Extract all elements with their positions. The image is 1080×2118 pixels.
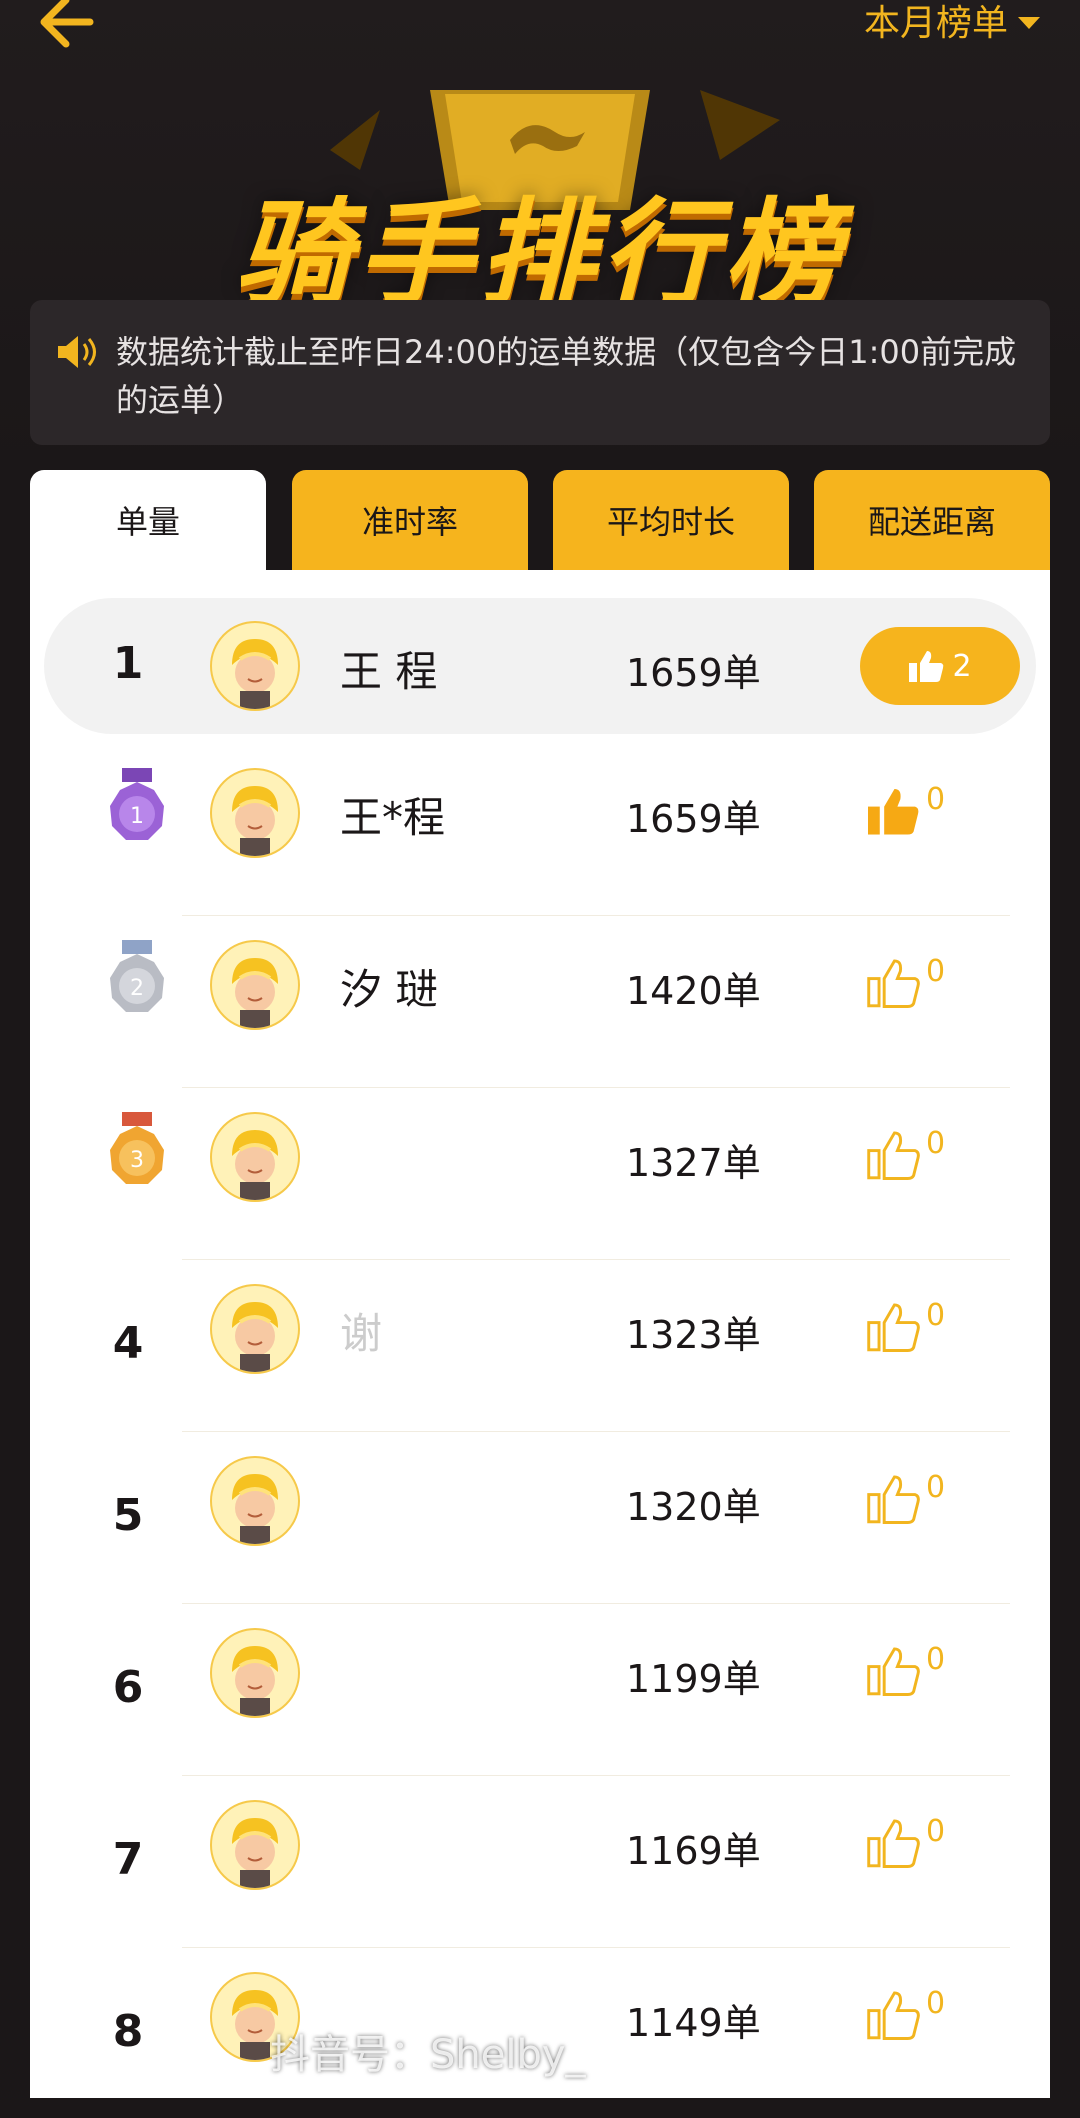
rank-number: 1 — [112, 638, 144, 689]
like-button[interactable]: 0 — [866, 1814, 945, 1868]
avatar — [210, 1628, 300, 1718]
like-count: 0 — [926, 782, 946, 817]
medal-1-icon: 1 — [110, 768, 164, 840]
order-count: 1659单 — [626, 651, 761, 695]
table-row: 6 1199单 0 — [30, 1604, 1050, 1776]
rank-number: 7 — [112, 1834, 144, 1885]
tab-average-duration[interactable]: 平均时长 — [553, 470, 789, 570]
like-count: 0 — [926, 1126, 946, 1161]
like-count: 2 — [952, 648, 972, 684]
period-label: 本月榜单 — [863, 3, 1008, 44]
back-arrow-icon[interactable] — [30, 0, 120, 52]
table-row: 4 谢 1323单 0 — [30, 1260, 1050, 1432]
like-count: 0 — [926, 1986, 946, 2021]
notice-banner: 数据统计截止至昨日24:00的运单数据（仅包含今日1:00前完成的运单） — [30, 300, 1050, 445]
thumbs-up-icon — [867, 1819, 920, 1868]
thumbs-up-icon — [867, 1647, 920, 1696]
table-row: 5 1320单 0 — [30, 1432, 1050, 1604]
ranking-list: 1 王 程 1659单 2 1 王*程 1659单 0 2 汐 琎 1420单 … — [30, 570, 1050, 2118]
like-button[interactable]: 0 — [866, 1126, 945, 1180]
rider-name: 王 程 — [340, 647, 438, 696]
watermark: 抖音号：Shelby_ — [270, 2032, 586, 2078]
thumbs-up-icon — [867, 959, 920, 1008]
tab-label: 单量 — [115, 503, 180, 541]
table-row: 7 1169单 0 — [30, 1776, 1050, 1948]
medal-2-icon: 2 — [110, 940, 164, 1012]
like-count: 0 — [926, 954, 946, 989]
thumbs-up-icon — [867, 1131, 920, 1180]
svg-text:3: 3 — [130, 1148, 144, 1173]
order-count: 1659单 — [626, 797, 761, 841]
thumbs-up-icon — [867, 1475, 920, 1524]
sparkle-right — [700, 90, 780, 160]
order-count: 1323单 — [626, 1313, 761, 1357]
rank-number: 5 — [112, 1490, 144, 1541]
caret-down-icon — [1018, 17, 1040, 29]
order-count: 1199单 — [626, 1657, 761, 1701]
avatar — [210, 1456, 300, 1546]
like-count: 0 — [926, 1298, 946, 1333]
rider-name: 汐 琎 — [340, 965, 438, 1014]
rank-number: 6 — [112, 1662, 144, 1713]
rider-name: 谢 — [340, 1309, 383, 1358]
order-count: 1320单 — [626, 1485, 761, 1529]
table-row: 3 1327单 0 — [30, 1088, 1050, 1260]
like-button[interactable]: 0 — [866, 782, 945, 836]
avatar — [210, 940, 300, 1030]
rank-number: 8 — [112, 2006, 144, 2057]
table-row: 2 汐 琎 1420单 0 — [30, 916, 1050, 1088]
order-count: 1149单 — [626, 2001, 761, 2045]
like-count: 0 — [926, 1642, 946, 1677]
svg-text:1: 1 — [130, 804, 144, 829]
avatar — [210, 1284, 300, 1374]
like-count: 0 — [926, 1470, 946, 1505]
like-count: 0 — [926, 1814, 946, 1849]
speaker-icon — [58, 336, 96, 368]
tab-label: 平均时长 — [606, 503, 735, 541]
bottom-bar — [0, 2098, 1080, 2118]
like-button[interactable]: 0 — [866, 1642, 945, 1696]
avatar — [210, 1112, 300, 1202]
order-count: 1169单 — [626, 1829, 761, 1873]
rider-name: 王*程 — [340, 793, 446, 842]
tab-on-time-rate[interactable]: 准时率 — [292, 470, 528, 570]
like-button[interactable]: 2 — [860, 627, 1020, 705]
order-count: 1327单 — [626, 1141, 761, 1185]
thumbs-up-icon — [867, 1303, 920, 1352]
tab-label: 准时率 — [361, 503, 458, 541]
avatar — [210, 768, 300, 858]
table-row: 1 王*程 1659单 0 — [30, 744, 1050, 916]
tab-label: 配送距离 — [867, 503, 996, 541]
tab-delivery-distance[interactable]: 配送距离 — [814, 470, 1050, 570]
thumbs-up-icon — [909, 651, 944, 682]
thumbs-up-filled-icon — [868, 788, 919, 835]
svg-text:2: 2 — [130, 976, 144, 1001]
thumbs-up-icon — [867, 1991, 920, 2040]
notice-text: 数据统计截止至昨日24:00的运单数据（仅包含今日1:00前完成的运单） — [116, 333, 1017, 419]
avatar — [210, 621, 300, 711]
like-button[interactable]: 0 — [866, 954, 945, 1008]
like-button[interactable]: 0 — [866, 1986, 945, 2040]
tab-order-count[interactable]: 单量 — [30, 470, 266, 570]
like-button[interactable]: 0 — [866, 1470, 945, 1524]
order-count: 1420单 — [626, 969, 761, 1013]
my-rank-row: 1 王 程 1659单 2 — [44, 598, 1036, 734]
rank-number: 4 — [112, 1318, 144, 1369]
period-selector[interactable]: 本月榜单 — [864, 0, 1040, 50]
like-button[interactable]: 0 — [866, 1298, 945, 1352]
avatar — [210, 1800, 300, 1890]
tab-bar: 单量 准时率 平均时长 配送距离 — [30, 470, 1050, 570]
medal-3-icon: 3 — [110, 1112, 164, 1184]
